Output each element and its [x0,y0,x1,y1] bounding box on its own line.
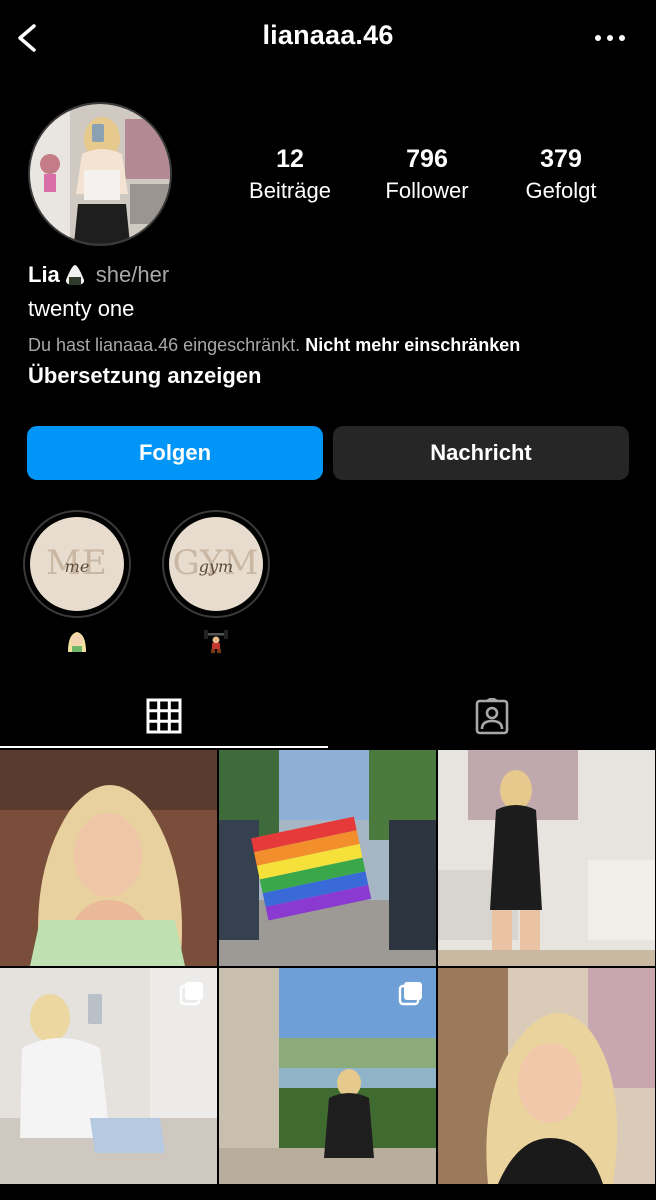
more-options-icon[interactable] [592,26,628,50]
top-bar: lianaaa.46 [0,0,656,76]
story-highlight-me[interactable]: ME me [23,510,131,660]
profile-bio: Lia she/her twenty one Du hast lianaaa.4… [28,258,648,392]
highlight-ring: ME me [23,510,131,618]
translate-link[interactable]: Übersetzung anzeigen [28,360,648,392]
bio-text: twenty one [28,296,135,321]
post-thumbnail-6[interactable] [438,968,655,1184]
stat-posts[interactable]: 12 Beiträge [220,142,360,206]
highlight-cover-script: gym [198,557,234,576]
onigiri-icon [65,265,84,285]
stat-followers-count: 796 [406,145,448,173]
restricted-notice-text: Du hast lianaaa.46 eingeschränkt. [28,335,301,355]
post-thumbnail-1[interactable] [0,750,217,966]
stat-posts-label: Beiträge [249,178,331,203]
posts-grid-icon [146,698,182,734]
display-name: Lia [28,262,60,287]
post-thumbnail-3[interactable] [438,750,655,966]
restricted-notice: Du hast lianaaa.46 eingeschränkt. Nicht … [28,330,648,360]
post-thumbnail-5[interactable] [219,968,436,1184]
highlight-label [23,628,131,660]
profile-avatar[interactable] [28,102,172,246]
highlight-cover: ME me [30,517,124,611]
tab-tagged[interactable] [328,686,656,748]
profile-username: lianaaa.46 [262,20,394,50]
highlight-ring: GYM gym [162,510,270,618]
stat-following-label: Gefolgt [525,178,597,203]
woman-emoji-icon [68,632,86,652]
highlight-cover-script: me [64,557,90,576]
tagged-icon [475,698,509,735]
highlight-cover: GYM gym [169,517,263,611]
profile-tabs [0,686,656,748]
stat-posts-count: 12 [276,145,304,173]
highlight-label [162,628,270,660]
stat-following[interactable]: 379 Gefolgt [491,142,631,206]
story-highlight-gym[interactable]: GYM gym [162,510,270,660]
stat-following-count: 379 [540,145,582,173]
carousel-indicator-icon [398,982,422,1006]
unrestrict-link[interactable]: Nicht mehr einschränken [305,335,520,355]
carousel-indicator-icon [179,982,203,1006]
name-line: Lia she/her [28,258,648,292]
post-thumbnail-4[interactable] [0,968,217,1184]
profile-stats: 12 Beiträge 796 Follower 379 Gefolgt [220,142,640,222]
follow-button[interactable]: Folgen [27,426,323,480]
pronouns: she/her [95,262,170,287]
stat-followers[interactable]: 796 Follower [357,142,497,206]
post-thumbnail-2[interactable] [219,750,436,966]
weightlifter-emoji-icon [204,630,228,653]
stat-followers-label: Follower [385,178,469,203]
tab-posts[interactable] [0,686,328,748]
posts-grid [0,750,656,1200]
message-button[interactable]: Nachricht [333,426,629,480]
